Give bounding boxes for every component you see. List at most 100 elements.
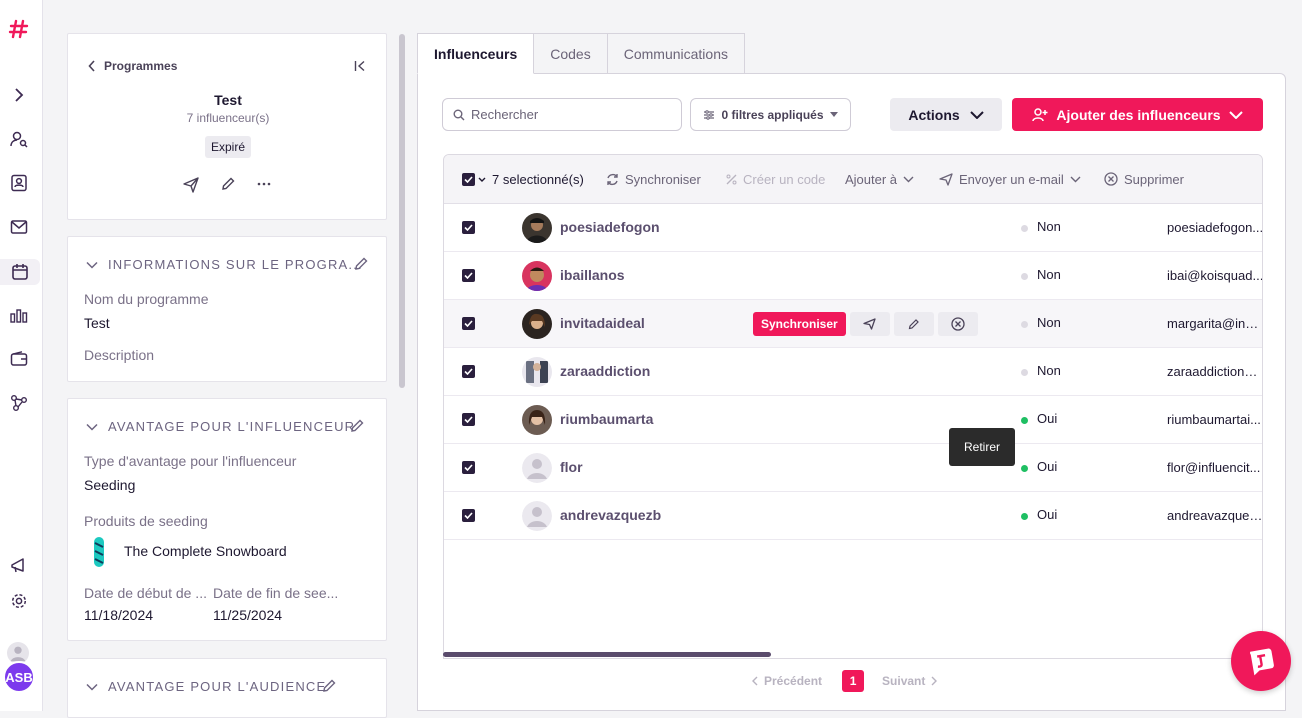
next-page-button[interactable]: Suivant	[882, 674, 938, 688]
mail-icon[interactable]	[8, 216, 30, 238]
tab-communications[interactable]: Communications	[607, 33, 745, 74]
chevron-left-icon	[88, 60, 95, 72]
settings-gear-icon[interactable]	[8, 590, 30, 612]
table-row[interactable]: riumbaumarta Oui riumbaumartai...	[444, 396, 1262, 444]
tab-influencers[interactable]: Influenceurs	[417, 33, 535, 74]
table-horizontal-scrollbar[interactable]	[443, 652, 771, 657]
actions-button[interactable]: Actions	[890, 98, 1002, 131]
influencer-name[interactable]: poesiadefogon	[560, 219, 660, 235]
row-checkbox[interactable]	[462, 461, 475, 474]
calendar-icon[interactable]	[0, 259, 40, 285]
edit-advantage-pencil-icon[interactable]	[350, 419, 364, 433]
audience-section-header[interactable]: AVANTAGE POUR L'AUDIENCE	[86, 679, 326, 694]
select-all-checkbox[interactable]: 7 selectionné(s)	[462, 172, 584, 187]
left-panel-scrollbar[interactable]	[399, 34, 405, 388]
bulk-sync-button[interactable]: Synchroniser	[606, 172, 701, 187]
table-row[interactable]: invitadaideal Synchroniser Non margarita…	[444, 300, 1262, 348]
row-sync-button[interactable]: Synchroniser	[753, 312, 846, 336]
influencer-email: zaraaddiction@...	[1167, 364, 1263, 379]
send-email-dropdown[interactable]: Envoyer un e-mail	[939, 172, 1081, 187]
edit-pencil-icon[interactable]	[221, 177, 235, 191]
synced-status: Oui	[1037, 507, 1058, 522]
influencer-name[interactable]: flor	[560, 459, 583, 475]
row-checkbox[interactable]	[462, 317, 475, 330]
collapse-panel-icon[interactable]	[354, 60, 366, 72]
table-row[interactable]: ibaillanos Non ibai@koisquad...	[444, 252, 1262, 300]
back-to-programs-link[interactable]: Programmes	[88, 59, 177, 73]
row-checkbox[interactable]	[462, 269, 475, 282]
search-input[interactable]: Rechercher	[442, 98, 682, 131]
caret-down-icon	[829, 112, 838, 117]
tab-codes[interactable]: Codes	[534, 33, 608, 74]
send-icon[interactable]	[183, 177, 199, 193]
avatar	[522, 309, 552, 339]
synced-status: Non	[1037, 267, 1061, 282]
filters-button[interactable]: 0 filtres appliqués	[690, 98, 851, 131]
info-section-header[interactable]: INFORMATIONS SUR LE PROGRA...	[86, 257, 363, 272]
filters-label: 0 filtres appliqués	[721, 107, 824, 122]
advantage-section-header[interactable]: AVANTAGE POUR L'INFLUENCEUR	[86, 419, 355, 434]
user-search-icon[interactable]	[8, 128, 30, 150]
add-to-dropdown[interactable]: Ajouter à	[845, 172, 914, 187]
logo-hash-icon[interactable]	[8, 18, 30, 40]
row-send-button[interactable]	[849, 312, 890, 336]
add-to-label: Ajouter à	[845, 171, 898, 187]
help-chat-button[interactable]	[1231, 631, 1291, 691]
row-remove-button[interactable]	[937, 312, 978, 336]
start-date-label: Date de début de ...	[84, 585, 207, 601]
table-row[interactable]: flor Oui flor@influencit...	[444, 444, 1262, 492]
checkbox-checked-icon	[462, 172, 475, 186]
table-row[interactable]: andrevazquezb Oui andreavazquez...	[444, 492, 1262, 540]
table-row[interactable]: zaraaddiction Non zaraaddiction@...	[444, 348, 1262, 396]
program-header-card: Programmes Test 7 influenceur(s) Expiré	[67, 33, 387, 220]
influencer-name[interactable]: invitadaideal	[560, 315, 645, 331]
status-dot	[1021, 465, 1028, 472]
influencer-name[interactable]: andrevazquezb	[560, 507, 661, 523]
chevron-right-icon[interactable]	[8, 84, 30, 106]
bar-chart-icon[interactable]	[8, 304, 30, 326]
program-name-label: Nom du programme	[84, 291, 209, 307]
add-influencers-button[interactable]: Ajouter des influenceurs	[1012, 98, 1263, 131]
more-options-icon[interactable]	[257, 182, 271, 186]
chat-icon	[1250, 648, 1274, 676]
tab-bar: Influenceurs Codes Communications	[417, 33, 745, 74]
start-date-value: 11/18/2024	[84, 607, 154, 623]
influencer-email: riumbaumartai...	[1167, 412, 1261, 427]
remove-tooltip: Retirer	[949, 428, 1015, 466]
row-checkbox[interactable]	[462, 509, 475, 522]
chevron-down-icon	[86, 261, 98, 269]
account-avatar[interactable]: ASB	[3, 661, 35, 693]
create-code-button[interactable]: Créer un code	[726, 172, 825, 187]
row-checkbox[interactable]	[462, 413, 475, 426]
search-placeholder: Rechercher	[471, 107, 539, 122]
influencer-email: ibai@koisquad...	[1167, 268, 1263, 283]
edit-audience-pencil-icon[interactable]	[322, 679, 336, 693]
network-icon[interactable]	[8, 392, 30, 414]
row-checkbox[interactable]	[462, 365, 475, 378]
delete-button[interactable]: Supprimer	[1104, 172, 1184, 187]
influencer-name[interactable]: zaraaddiction	[560, 363, 650, 379]
synced-status: Non	[1037, 315, 1061, 330]
contacts-icon[interactable]	[8, 172, 30, 194]
row-edit-button[interactable]	[893, 312, 934, 336]
selected-count: 7 selectionné(s)	[492, 171, 584, 187]
influencer-name[interactable]: riumbaumarta	[560, 411, 653, 427]
table-row[interactable]: poesiadefogon Non poesiadefogon...	[444, 204, 1262, 252]
product-name[interactable]: The Complete Snowboard	[124, 543, 287, 559]
previous-page-button[interactable]: Précédent	[752, 674, 822, 688]
megaphone-icon[interactable]	[8, 554, 30, 576]
caret-down-icon	[478, 177, 486, 182]
wallet-icon[interactable]	[8, 348, 30, 370]
status-dot	[1021, 417, 1028, 424]
influencer-name[interactable]: ibaillanos	[560, 267, 625, 283]
avatar-placeholder-icon	[522, 501, 552, 531]
page-number-button[interactable]: 1	[842, 670, 865, 692]
row-checkbox[interactable]	[462, 221, 475, 234]
next-label: Suivant	[882, 674, 926, 688]
advantage-section-title: AVANTAGE POUR L'INFLUENCEUR	[108, 419, 356, 434]
program-details-panel: Programmes Test 7 influenceur(s) Expiré …	[43, 0, 405, 718]
influencer-email: margarita@invi...	[1167, 316, 1263, 331]
edit-info-pencil-icon[interactable]	[354, 257, 368, 271]
status-dot	[1021, 369, 1028, 376]
advantage-type-label: Type d'avantage pour l'influenceur	[84, 453, 297, 469]
